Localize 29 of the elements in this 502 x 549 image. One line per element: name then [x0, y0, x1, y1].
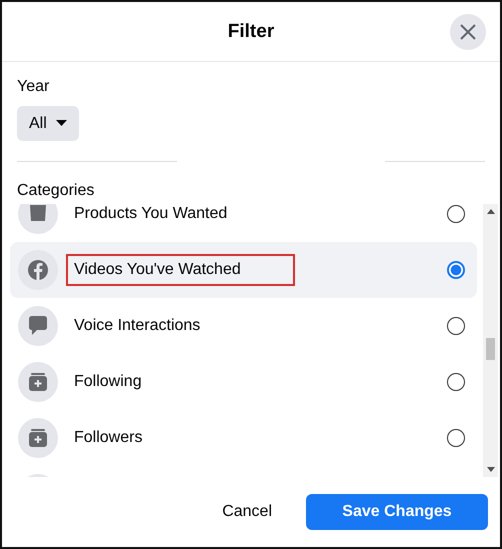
year-label: Year — [17, 78, 50, 96]
scrollbar-thumb[interactable] — [486, 338, 495, 360]
categories-label: Categories — [17, 182, 94, 200]
cancel-button[interactable]: Cancel — [210, 495, 284, 529]
close-button[interactable] — [450, 14, 486, 50]
scrollbar[interactable] — [483, 204, 498, 477]
scroll-down-icon[interactable] — [486, 467, 494, 472]
year-dropdown[interactable]: All — [17, 106, 79, 141]
category-label: Videos You've Watched — [66, 254, 295, 286]
category-label: Following — [73, 372, 143, 392]
radio-button[interactable] — [447, 261, 465, 279]
radio-button[interactable] — [447, 373, 465, 391]
close-icon — [459, 23, 477, 41]
caret-icon — [56, 120, 67, 127]
category-label: Voice Interactions — [73, 316, 202, 336]
category-label: Products You Wanted — [73, 204, 228, 224]
scroll-up-icon[interactable] — [486, 209, 494, 214]
category-icon — [18, 250, 58, 290]
category-icon — [18, 306, 58, 346]
radio-button[interactable] — [447, 205, 465, 223]
selected-category-row[interactable]: Videos You've Watched — [10, 242, 477, 298]
category-icon — [18, 362, 58, 402]
radio-button[interactable] — [447, 317, 465, 335]
category-icon — [18, 418, 58, 458]
category-icon — [18, 204, 58, 234]
save-button[interactable]: Save Changes — [306, 494, 488, 530]
category-label: Followers — [73, 428, 144, 448]
dialog-title: Filter — [228, 20, 274, 42]
radio-button[interactable] — [447, 429, 465, 447]
